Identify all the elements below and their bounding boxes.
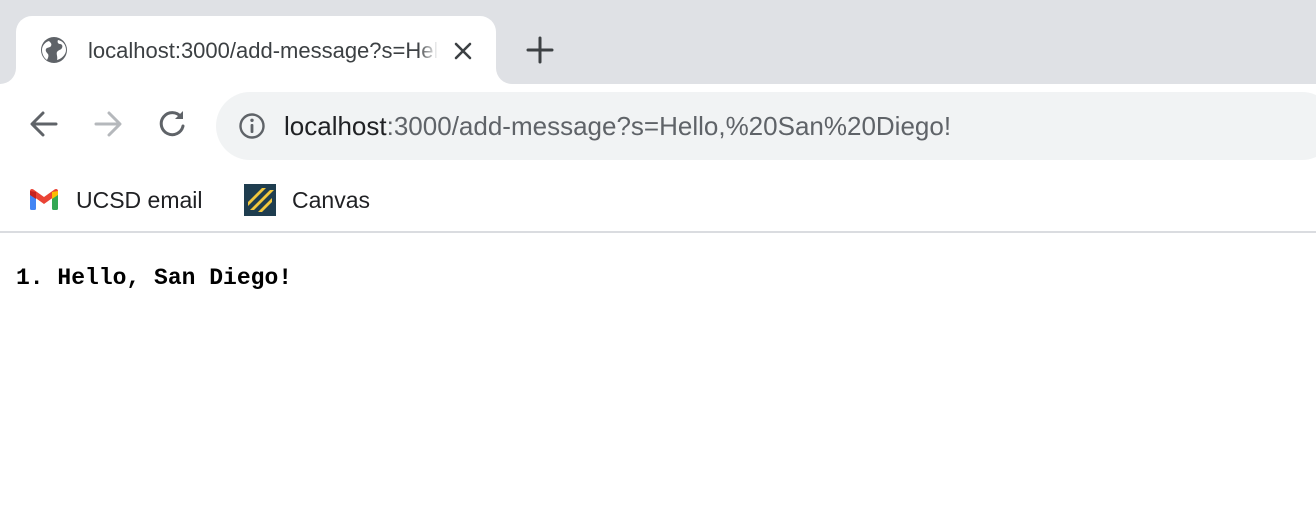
back-arrow-icon[interactable] [26, 106, 62, 142]
active-tab[interactable]: localhost:3000/add-message?s=Hello,%20Sa… [16, 16, 496, 84]
globe-icon [41, 37, 67, 63]
reload-icon[interactable] [154, 106, 190, 142]
tab-title: localhost:3000/add-message?s=Hello,%20Sa… [88, 38, 438, 63]
new-tab-icon[interactable] [522, 32, 558, 68]
close-icon[interactable] [450, 38, 476, 64]
gmail-icon [30, 189, 58, 210]
bookmarks-bar: UCSD email Canvas [0, 164, 1316, 233]
forward-arrow-icon[interactable] [90, 106, 126, 142]
message-list-item: 1. Hello, San Diego! [16, 265, 293, 291]
address-bar[interactable]: localhost:3000/add-message?s=Hello,%20Sa… [216, 92, 1316, 160]
info-icon[interactable] [238, 112, 266, 140]
canvas-icon [244, 184, 276, 216]
bookmark-canvas[interactable]: Canvas [244, 184, 370, 216]
url-text[interactable]: localhost:3000/add-message?s=Hello,%20Sa… [284, 109, 951, 143]
tab-strip: localhost:3000/add-message?s=Hello,%20Sa… [0, 0, 1316, 84]
url-path: :3000/add-message?s=Hello,%20San%20Diego… [386, 111, 952, 141]
bookmark-ucsd-email[interactable]: UCSD email [28, 184, 203, 216]
url-host: localhost [284, 111, 387, 141]
page-content: 1. Hello, San Diego! [0, 235, 1316, 530]
bookmark-label: Canvas [292, 186, 370, 213]
browser-toolbar: localhost:3000/add-message?s=Hello,%20Sa… [0, 84, 1316, 164]
bookmark-label: UCSD email [76, 186, 203, 213]
